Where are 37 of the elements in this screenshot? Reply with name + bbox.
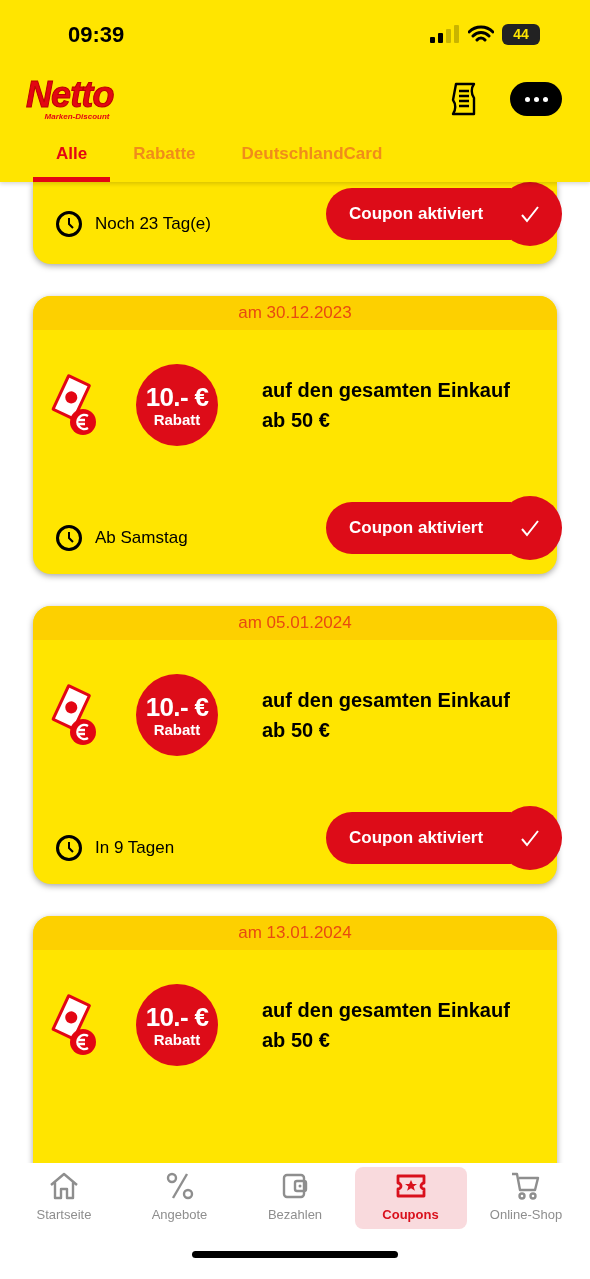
netto-logo: Netto Marken-Discount bbox=[26, 77, 114, 121]
discount-badge: 10.- € Rabatt bbox=[136, 364, 218, 446]
filter-tab[interactable]: DeutschlandCard bbox=[218, 130, 406, 182]
nav-tab[interactable]: Bezahlen bbox=[239, 1167, 351, 1229]
discount-badge: 10.- € Rabatt bbox=[136, 674, 218, 756]
clock-icon bbox=[55, 834, 83, 862]
clock-icon bbox=[55, 210, 83, 238]
nav-tab[interactable]: Coupons bbox=[354, 1167, 467, 1229]
money-icon bbox=[51, 682, 99, 748]
validity-text: Ab Samstag bbox=[95, 527, 188, 550]
money-icon bbox=[51, 992, 99, 1058]
coupon-button[interactable]: Coupon aktiviert bbox=[326, 502, 511, 554]
date-text: am 13.01.2024 bbox=[238, 922, 352, 945]
date-text: am 30.12.2023 bbox=[238, 302, 352, 325]
cart-icon bbox=[510, 1171, 542, 1202]
filter-tab[interactable]: Rabatte bbox=[110, 130, 219, 182]
money-icon bbox=[51, 372, 99, 438]
validity-text: In 9 Tagen bbox=[95, 837, 175, 860]
coupon-title: auf den gesamten Einkauf ab 50 € bbox=[262, 688, 511, 743]
coupon-button[interactable]: Coupon aktiviert bbox=[326, 812, 511, 864]
battery-indicator: 44 bbox=[502, 23, 540, 45]
validity-text: Noch 23 Tag(e) bbox=[95, 213, 211, 236]
discount-badge: 10.- € Rabatt bbox=[136, 984, 218, 1066]
percent-icon bbox=[164, 1171, 195, 1202]
clock-icon bbox=[55, 524, 83, 552]
signal-icon bbox=[430, 25, 460, 43]
home-icon bbox=[48, 1171, 80, 1202]
coupon-title: auf den gesamten Einkauf ab 50 € bbox=[262, 998, 511, 1053]
nav-tab[interactable]: Online-Shop bbox=[470, 1167, 582, 1229]
coupon-button[interactable]: Coupon aktiviert bbox=[326, 188, 511, 240]
date-text: am 05.01.2024 bbox=[238, 612, 352, 635]
nav-tab[interactable]: Startseite bbox=[8, 1167, 120, 1229]
wifi-icon bbox=[468, 24, 494, 44]
nav-tab[interactable]: Angebote bbox=[123, 1167, 236, 1229]
status-time: 09:39 bbox=[68, 20, 125, 49]
more-button[interactable] bbox=[510, 82, 562, 116]
coupon-title: auf den gesamten Einkauf ab 50 € bbox=[262, 378, 511, 433]
